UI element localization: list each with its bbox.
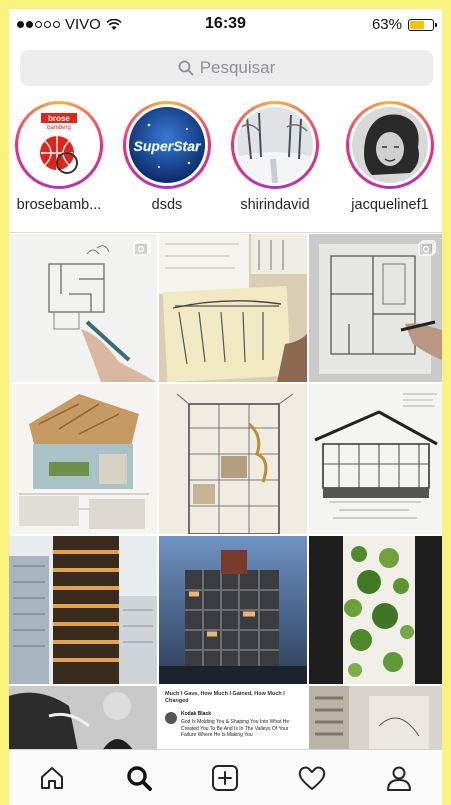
story-item[interactable]: brose bamberg brosebamb...: [11, 101, 107, 213]
new-post-icon: [212, 765, 239, 791]
battery-status: 63%: [371, 16, 437, 33]
battery-icon: [408, 18, 437, 31]
tweet-text: God Is Molding You & Shaping You Into Wh…: [181, 719, 290, 738]
svg-text:bamberg: bamberg: [47, 125, 71, 131]
battery-percent: 63%: [371, 16, 402, 33]
search-placeholder: Pesquisar: [199, 58, 276, 77]
grid-post[interactable]: [159, 234, 307, 382]
svg-text:SuperStar: SuperStar: [134, 138, 202, 154]
avatar: [352, 107, 428, 183]
grid-post[interactable]: [309, 234, 442, 382]
story-ring: [346, 101, 434, 189]
story-item[interactable]: SuperStar dsds: [119, 101, 215, 213]
grid-post[interactable]: Much I Gave, How Much I Gained, How Much…: [159, 686, 307, 756]
status-bar: VIVO 16:39 63%: [9, 9, 442, 43]
grid-post[interactable]: [159, 536, 307, 684]
story-username: brosebamb...: [16, 197, 102, 213]
divider: [9, 232, 442, 233]
activity-icon: [298, 766, 326, 790]
search-input[interactable]: Pesquisar: [20, 50, 433, 86]
avatar: brose bamberg: [21, 107, 97, 183]
grid-post[interactable]: [309, 686, 442, 756]
profile-icon: [386, 766, 411, 791]
svg-text:brose: brose: [48, 114, 70, 123]
story-username: shirindavid: [240, 197, 310, 213]
tweet-title: Much I Gave, How Much I Gained, How Much…: [165, 691, 285, 704]
tab-new-post[interactable]: [205, 758, 245, 798]
search-icon: [178, 60, 194, 76]
tab-activity[interactable]: [292, 758, 332, 798]
story-item[interactable]: shirindavid: [227, 101, 323, 213]
grid-post[interactable]: [309, 536, 442, 684]
grid-post[interactable]: [9, 384, 157, 534]
grid-post[interactable]: [9, 536, 157, 684]
grid-post[interactable]: [9, 686, 157, 756]
tab-explore[interactable]: [119, 758, 159, 798]
grid-post[interactable]: [9, 234, 157, 382]
grid-post[interactable]: [309, 384, 442, 534]
story-ring: [231, 101, 319, 189]
avatar: [237, 107, 313, 183]
explore-grid: Much I Gave, How Much I Gained, How Much…: [9, 234, 442, 756]
tab-profile[interactable]: [379, 758, 419, 798]
explore-icon: [127, 766, 152, 791]
grid-post[interactable]: [159, 384, 307, 534]
story-username: jacquelinef1: [351, 197, 429, 213]
home-icon: [41, 767, 64, 789]
tweet-author: Kodak Black: [181, 711, 212, 717]
story-item[interactable]: jacquelinef1: [335, 101, 442, 213]
avatar: [165, 712, 177, 724]
tab-bar: [9, 749, 442, 805]
story-ring: brose bamberg: [15, 101, 103, 189]
multiple-photos-icon: [133, 240, 151, 256]
tab-home[interactable]: [32, 758, 72, 798]
story-username: dsds: [151, 197, 183, 213]
story-ring: SuperStar: [123, 101, 211, 189]
stories-tray: brose bamberg brosebamb... SuperStar dsd…: [9, 101, 442, 227]
multiple-photos-icon: [418, 240, 436, 256]
phone-screen: VIVO 16:39 63% Pesquisar brose bamberg b…: [9, 9, 442, 805]
avatar: SuperStar: [129, 107, 205, 183]
